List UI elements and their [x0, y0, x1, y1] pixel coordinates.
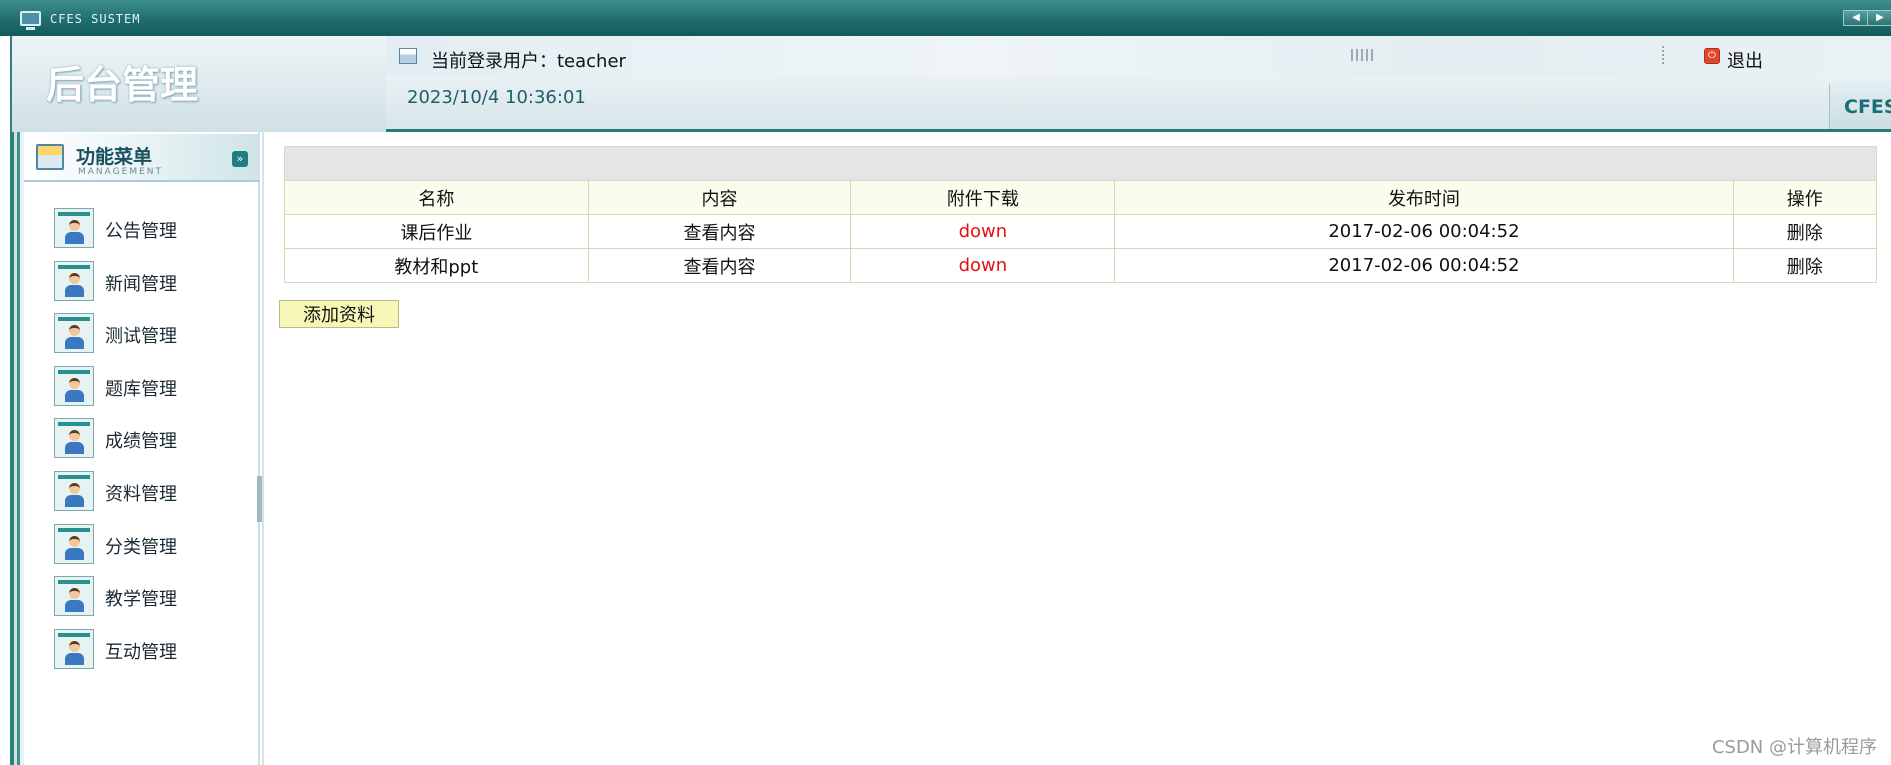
menu-upload-icon	[36, 144, 64, 170]
delete-link[interactable]: 删除	[1732, 214, 1878, 249]
app-title: 后台管理	[46, 63, 199, 107]
window-titlebar: CFES SUSTEM ◀ ▶	[0, 0, 1891, 36]
sidebar-item-label: 成绩管理	[105, 431, 177, 453]
header-date-bar: 2023/10/4 10:36:01 CFES	[386, 76, 1891, 132]
menu-title: 功能菜单	[76, 146, 153, 168]
left-frame-border	[10, 132, 24, 765]
grip-handle	[1351, 49, 1373, 61]
sidebar-item-label: 题库管理	[105, 378, 177, 400]
sidebar-item-label: 新闻管理	[105, 273, 177, 295]
window-title: CFES SUSTEM	[50, 12, 141, 26]
table-header-row: 名称 内容 附件下载 发布时间 操作	[284, 180, 1878, 215]
user-avatar-icon	[54, 628, 94, 669]
user-avatar-icon	[54, 365, 94, 406]
logout-link[interactable]: 退出	[1727, 47, 1763, 73]
user-avatar-icon	[54, 260, 94, 301]
table-caption-row	[284, 146, 1877, 181]
table-row: 教材和ppt 查看内容 down 2017-02-06 00:04:52 删除	[284, 248, 1878, 283]
sidebar-item-categories[interactable]: 分类管理	[24, 518, 260, 571]
cell-published: 2017-02-06 00:04:52	[1114, 214, 1734, 249]
user-card-icon	[399, 48, 417, 64]
cell-name: 课后作业	[284, 214, 589, 249]
sidebar-item-label: 教学管理	[105, 589, 177, 611]
sidebar: 功能菜单 MANAGEMENT » 公告管理 新闻管理 测试管理 题库管理 成绩…	[24, 132, 260, 765]
add-material-button[interactable]: 添加资料	[279, 300, 399, 328]
sidebar-item-label: 测试管理	[105, 326, 177, 348]
main-content: 名称 内容 附件下载 发布时间 操作 课后作业 查看内容 down 2017-0…	[264, 132, 1891, 765]
sidebar-item-label: 资料管理	[105, 483, 177, 505]
view-content-link[interactable]: 查看内容	[587, 214, 852, 249]
sidebar-item-interaction[interactable]: 互动管理	[24, 623, 260, 676]
nav-prev-button[interactable]: ◀	[1843, 10, 1869, 26]
column-header-download: 附件下载	[850, 180, 1116, 215]
sidebar-menu: 公告管理 新闻管理 测试管理 题库管理 成绩管理 资料管理 分类管理 教学管理	[24, 202, 260, 675]
view-content-link[interactable]: 查看内容	[587, 248, 852, 283]
sidebar-item-teaching[interactable]: 教学管理	[24, 570, 260, 623]
sidebar-item-label: 公告管理	[105, 221, 177, 242]
download-link[interactable]: down	[850, 248, 1116, 283]
menu-subtitle: MANAGEMENT	[78, 167, 163, 177]
current-user-text: 当前登录用户：teacher	[431, 51, 626, 72]
sidebar-item-question-bank[interactable]: 题库管理	[24, 360, 260, 413]
column-header-content: 内容	[587, 180, 852, 215]
header-title-panel: 后台管理	[10, 36, 386, 132]
sidebar-item-news[interactable]: 新闻管理	[24, 255, 260, 308]
sidebar-item-label: 分类管理	[105, 536, 177, 558]
sidebar-item-tests[interactable]: 测试管理	[24, 307, 260, 360]
watermark: CSDN @计算机程序	[1711, 737, 1877, 758]
user-avatar-icon	[54, 576, 94, 617]
table-row: 课后作业 查看内容 down 2017-02-06 00:04:52 删除	[284, 214, 1878, 249]
user-avatar-icon	[54, 208, 94, 248]
sidebar-item-materials[interactable]: 资料管理	[24, 465, 260, 518]
user-avatar-icon	[54, 523, 94, 564]
materials-table: 名称 内容 附件下载 发布时间 操作 课后作业 查看内容 down 2017-0…	[284, 146, 1878, 283]
header-divider	[1662, 46, 1664, 66]
computer-icon	[20, 11, 41, 30]
current-datetime: 2023/10/4 10:36:01	[407, 87, 586, 108]
nav-next-button[interactable]: ▶	[1867, 10, 1891, 26]
user-avatar-icon	[54, 418, 94, 459]
menu-header: 功能菜单 MANAGEMENT »	[24, 134, 260, 182]
sidebar-item-label: 互动管理	[105, 641, 177, 663]
sidebar-item-announcements[interactable]: 公告管理	[24, 202, 260, 255]
user-avatar-icon	[54, 313, 94, 354]
brand-logo: CFES	[1829, 84, 1891, 132]
download-link[interactable]: down	[850, 214, 1116, 249]
header-user-bar: 当前登录用户：teacher ⏻ 退出	[386, 36, 1891, 76]
delete-link[interactable]: 删除	[1732, 248, 1878, 283]
column-header-published: 发布时间	[1114, 180, 1734, 215]
column-header-name: 名称	[284, 180, 589, 215]
cell-name: 教材和ppt	[284, 248, 589, 283]
user-avatar-icon	[54, 470, 94, 511]
logout-icon[interactable]: ⏻	[1704, 48, 1720, 64]
collapse-chevron-icon[interactable]: »	[232, 151, 248, 167]
column-header-action: 操作	[1732, 180, 1878, 215]
sidebar-item-grades[interactable]: 成绩管理	[24, 412, 260, 465]
cell-published: 2017-02-06 00:04:52	[1114, 248, 1734, 283]
